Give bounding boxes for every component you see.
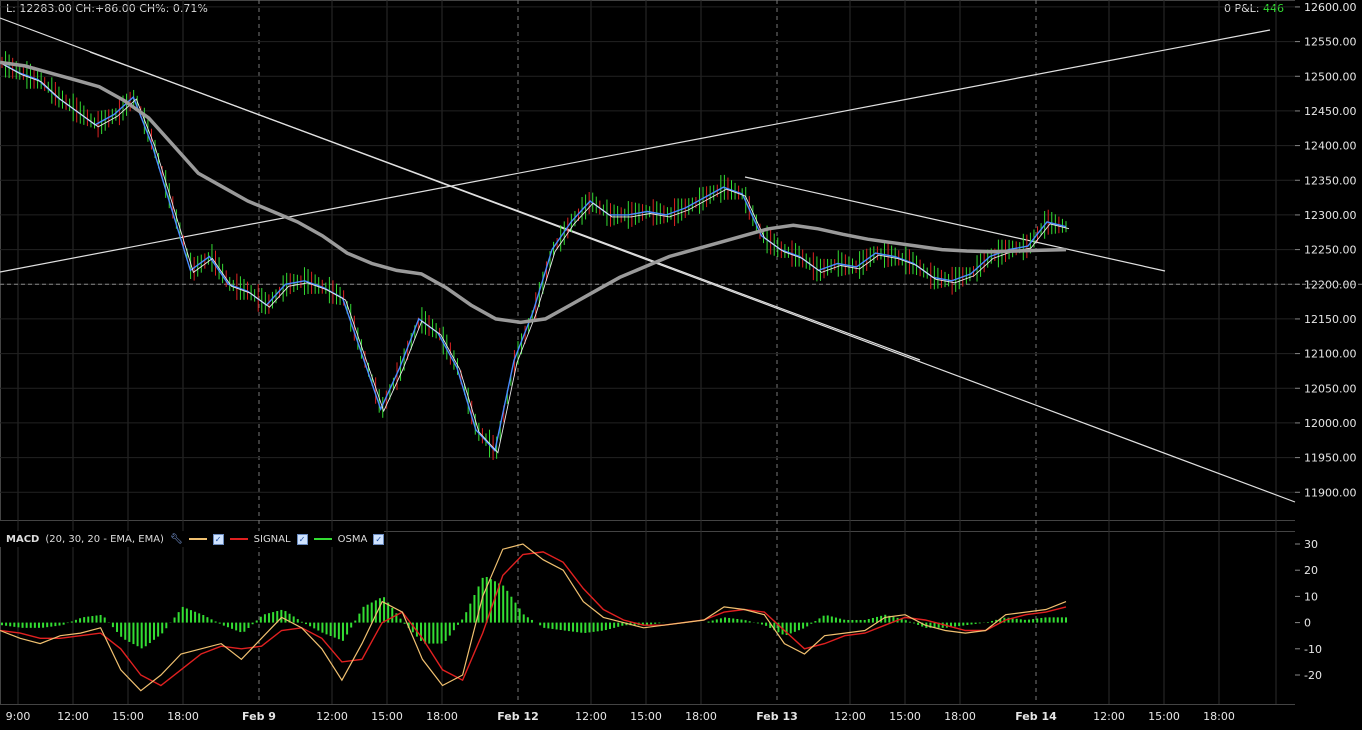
wrench-icon[interactable]: 🔧︎ bbox=[170, 534, 183, 545]
macd-tick-label: 30 bbox=[1304, 538, 1318, 551]
time-tick-label: 12:00 bbox=[1093, 710, 1125, 723]
time-tick-label: Feb 14 bbox=[1015, 710, 1057, 723]
macd-swatch bbox=[188, 538, 207, 540]
time-tick-label: 15:00 bbox=[1148, 710, 1180, 723]
price-tick-label: 12250.00 bbox=[1304, 244, 1357, 257]
price-tick-label: 12350.00 bbox=[1304, 174, 1357, 187]
signal-toggle-checkbox[interactable]: ✓ bbox=[296, 533, 308, 545]
macd-tick-label: 10 bbox=[1304, 590, 1318, 603]
price-bars bbox=[1, 51, 1067, 460]
time-tick-label: 15:00 bbox=[889, 710, 921, 723]
price-tick-label: 11900.00 bbox=[1304, 486, 1357, 499]
time-tick-label: 12:00 bbox=[575, 710, 607, 723]
price-tick-label: 12450.00 bbox=[1304, 105, 1357, 118]
price-grid: 12600.00 12550.00 12500.00 12450.00 12400.00… bbox=[0, 1, 1357, 499]
price-tick-label: 11950.00 bbox=[1304, 452, 1357, 465]
price-tick-label: 12550.00 bbox=[1304, 36, 1357, 49]
macd-legend: MACD (20, 30, 20 - EMA, EMA) 🔧︎ ✓ SIGNAL… bbox=[0, 531, 385, 547]
vertical-grid bbox=[17, 0, 1277, 704]
trendline bbox=[0, 29, 1271, 273]
time-tick-label: 18:00 bbox=[1203, 710, 1235, 723]
time-tick-label: 18:00 bbox=[426, 710, 458, 723]
time-tick-label: 12:00 bbox=[57, 710, 89, 723]
macd-name: MACD bbox=[6, 533, 40, 545]
price-tick-label: 12000.00 bbox=[1304, 417, 1357, 430]
osma-label: OSMA bbox=[337, 533, 368, 545]
time-tick-label: 18:00 bbox=[167, 710, 199, 723]
time-tick-label: Feb 13 bbox=[756, 710, 798, 723]
time-tick-label: 12:00 bbox=[834, 710, 866, 723]
time-tick-label: 18:00 bbox=[685, 710, 717, 723]
time-tick-label: 15:00 bbox=[371, 710, 403, 723]
price-chart[interactable]: 12600.00 12550.00 12500.00 12450.00 12400.00… bbox=[0, 0, 1362, 730]
osma-toggle-checkbox[interactable]: ✓ bbox=[373, 533, 385, 545]
macd-tick-label: -10 bbox=[1304, 643, 1322, 656]
ma-slow-line bbox=[0, 60, 1067, 325]
trendline bbox=[89, 51, 921, 361]
signal-line bbox=[0, 551, 1067, 687]
price-tick-label: 12150.00 bbox=[1304, 313, 1357, 326]
macd-tick-label: 0 bbox=[1304, 617, 1311, 630]
price-tick-label: 12500.00 bbox=[1304, 70, 1357, 83]
time-tick-label: Feb 12 bbox=[497, 710, 539, 723]
price-tick-label: 12100.00 bbox=[1304, 348, 1357, 361]
trendline bbox=[744, 176, 1166, 272]
osma-histogram bbox=[1, 576, 1067, 649]
price-tick-label: 12300.00 bbox=[1304, 209, 1357, 222]
price-tick-label: 12600.00 bbox=[1304, 1, 1357, 14]
price-tick-label: 12400.00 bbox=[1304, 140, 1357, 153]
macd-tick-label: -20 bbox=[1304, 669, 1322, 682]
signal-label: SIGNAL bbox=[253, 533, 291, 545]
macd-toggle-checkbox[interactable]: ✓ bbox=[212, 533, 224, 545]
macd-params: (20, 30, 20 - EMA, EMA) bbox=[45, 533, 164, 545]
time-tick-label: 15:00 bbox=[630, 710, 662, 723]
time-tick-label: Feb 9 bbox=[242, 710, 276, 723]
price-tick-label: 12050.00 bbox=[1304, 382, 1357, 395]
time-tick-label: 18:00 bbox=[944, 710, 976, 723]
osma-swatch bbox=[313, 538, 332, 540]
macd-tick-label: 20 bbox=[1304, 564, 1318, 577]
time-tick-label: 12:00 bbox=[316, 710, 348, 723]
signal-swatch bbox=[229, 538, 248, 540]
time-tick-label: 9:00 bbox=[6, 710, 31, 723]
time-axis: 9:00 12:00 15:00 18:00 Feb 9 12:00 15:00 18:00 F… bbox=[6, 710, 1235, 723]
time-tick-label: 15:00 bbox=[112, 710, 144, 723]
